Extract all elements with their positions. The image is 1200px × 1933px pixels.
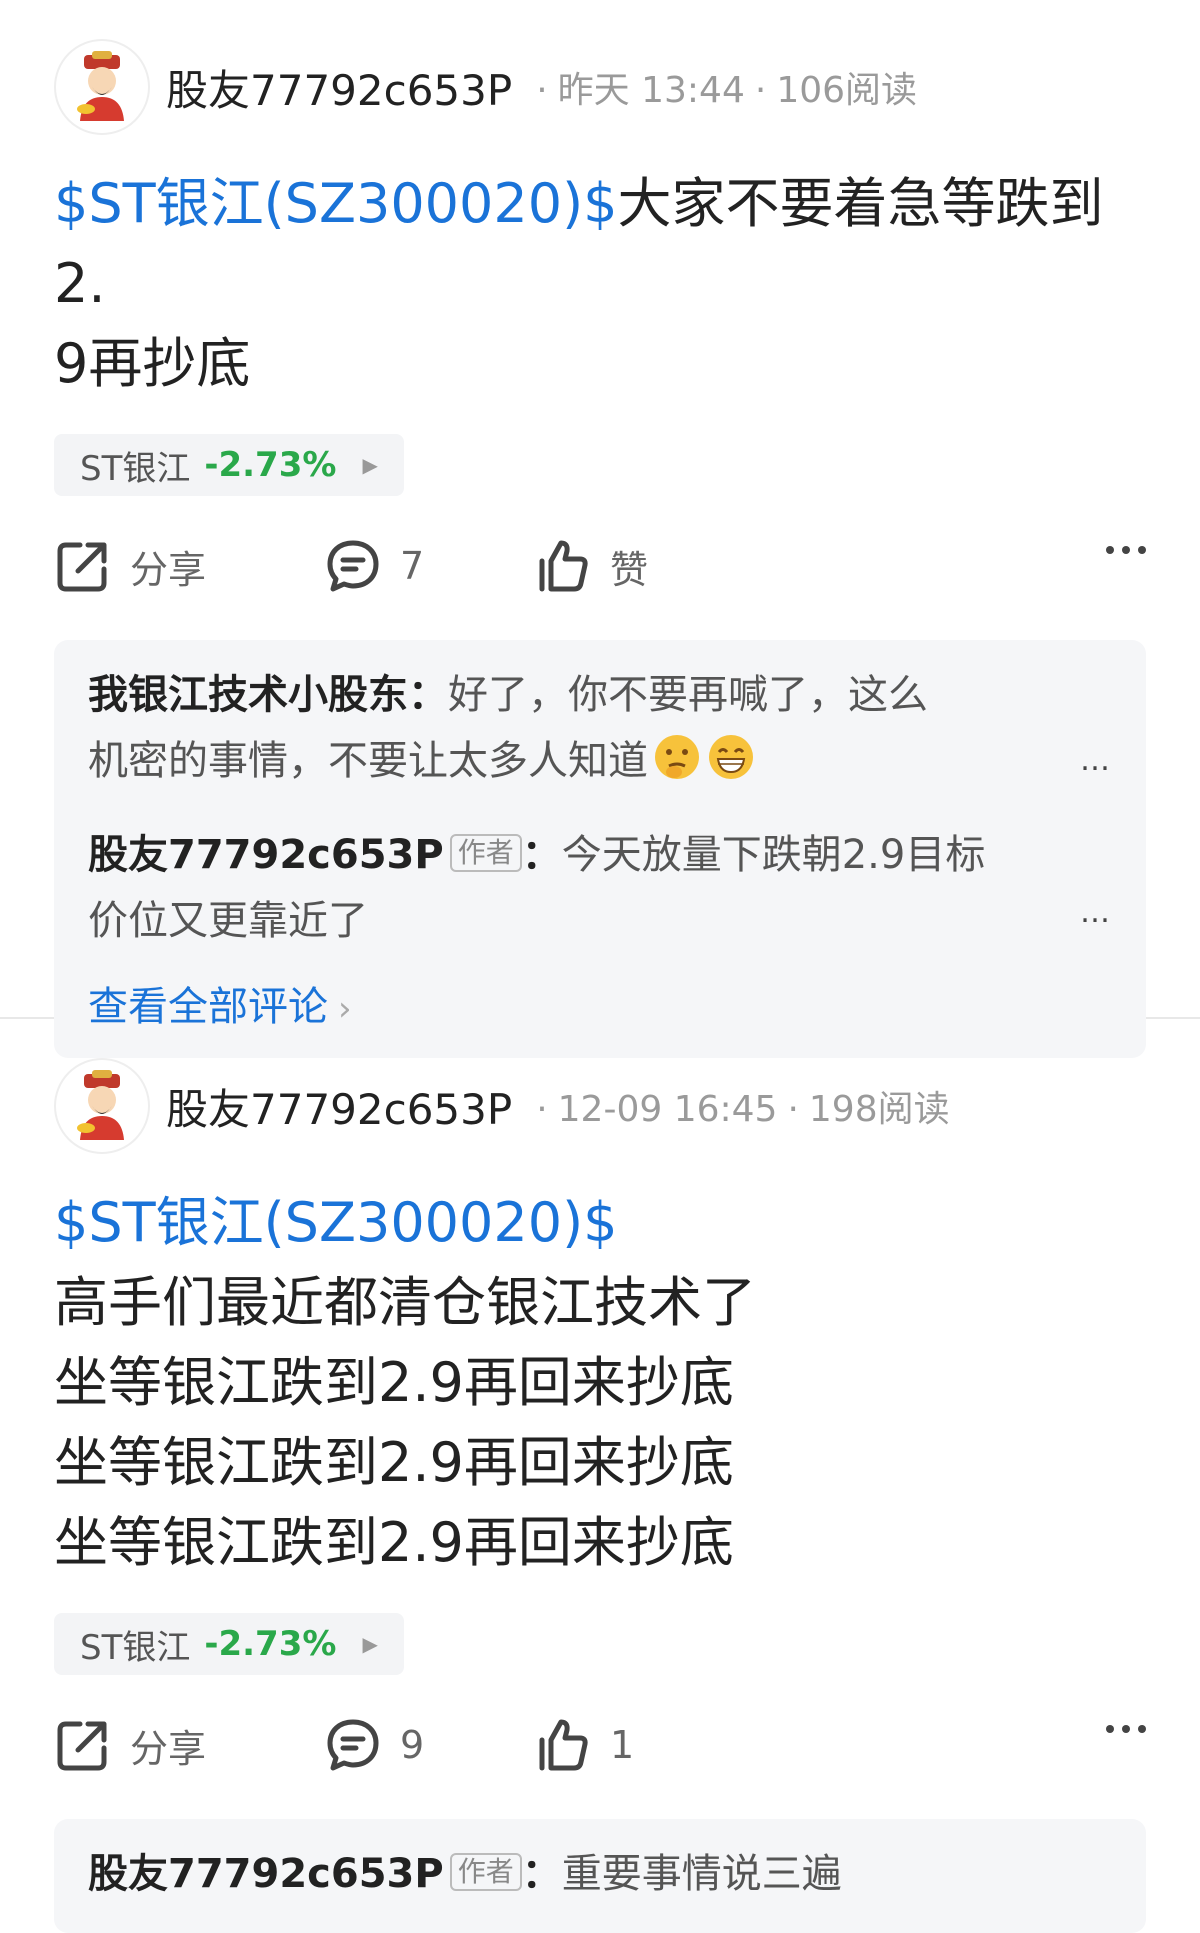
avatar[interactable] bbox=[54, 1058, 150, 1154]
comment-text: 今天放量下跌朝2.9目标 bbox=[561, 832, 986, 878]
like-button[interactable]: 赞 bbox=[534, 537, 734, 595]
chip-stock-name: ST银江 bbox=[80, 1627, 191, 1668]
thumbs-up-icon bbox=[539, 540, 588, 592]
meta-separator: · bbox=[536, 1089, 548, 1130]
action-bar: 分享 7 赞 bbox=[54, 526, 1146, 606]
post-text-line: 高手们最近都清仓银江技术了 bbox=[54, 1271, 756, 1334]
comment-user[interactable]: 股友77792c653P bbox=[88, 832, 444, 878]
post-content[interactable]: $ST银江(SZ300020)$ 高手们最近都清仓银江技术了 坐等银江跌到2.9… bbox=[54, 1183, 1146, 1583]
share-button[interactable]: 分享 bbox=[54, 1716, 324, 1774]
author-name[interactable]: 股友77792c653P bbox=[166, 57, 512, 118]
comment-button[interactable]: 9 bbox=[324, 1716, 534, 1774]
caishen-avatar-icon bbox=[77, 51, 124, 121]
chip-change: -2.73% bbox=[204, 445, 337, 485]
post-text-line: 坐等银江跌到2.9再回来抄底 bbox=[54, 1351, 734, 1414]
author-row: 股友77792c653P · 昨天 13:44 · 106阅读 bbox=[54, 0, 1146, 136]
post-time: 12-09 16:45 bbox=[557, 1089, 778, 1130]
post-time: 昨天 13:44 bbox=[557, 70, 745, 111]
play-arrow-icon: ▶ bbox=[362, 453, 378, 477]
comment-item[interactable]: 股友77792c653P 作者 ：今天放量下跌朝2.9目标 价位又更靠近了 … bbox=[88, 822, 1112, 954]
author-row: 股友77792c653P · 12-09 16:45 · 198阅读 bbox=[54, 1019, 1146, 1155]
like-label: 赞 bbox=[610, 547, 649, 592]
comment-separator: ： bbox=[408, 672, 448, 718]
comment-more-icon[interactable]: … bbox=[1080, 880, 1112, 946]
author-name[interactable]: 股友77792c653P bbox=[166, 1076, 512, 1137]
author-badge: 作者 bbox=[449, 834, 522, 872]
comment-preview: 股友77792c653P 作者 ：重要事情说三遍 bbox=[54, 1819, 1146, 1933]
comment-count: 9 bbox=[400, 1723, 425, 1767]
comment-preview: 我银江技术小股东：好了，你不要再喊了，这么 机密的事情，不要让太多人知道 … 股… bbox=[54, 640, 1146, 1058]
action-bar: 分享 9 1 bbox=[54, 1705, 1146, 1785]
grin-face-icon bbox=[706, 732, 756, 802]
avatar[interactable] bbox=[54, 39, 150, 135]
play-arrow-icon: ▶ bbox=[362, 1632, 378, 1656]
stock-chip[interactable]: ST银江 -2.73% ▶ bbox=[54, 1613, 404, 1675]
comment-separator: ： bbox=[521, 1851, 562, 1897]
post-meta: · 12-09 16:45 · 198阅读 bbox=[526, 1080, 949, 1132]
comment-more-icon[interactable]: … bbox=[1080, 728, 1112, 794]
comment-separator: ： bbox=[521, 832, 562, 878]
post-card[interactable]: 股友77792c653P · 昨天 13:44 · 106阅读 $ST银江(SZ300… bbox=[0, 0, 1200, 1058]
comment-text: 重要事情说三遍 bbox=[561, 1851, 842, 1897]
comment-user[interactable]: 股友77792c653P bbox=[88, 1851, 444, 1897]
comment-icon bbox=[327, 1719, 379, 1771]
meta-separator: · bbox=[536, 70, 548, 111]
comment-text: 机密的事情，不要让太多人知道 bbox=[88, 738, 648, 784]
more-options-icon[interactable] bbox=[1106, 1725, 1146, 1733]
chip-change: -2.73% bbox=[204, 1624, 337, 1664]
stock-tag-link[interactable]: $ST银江(SZ300020)$ bbox=[54, 172, 618, 235]
comment-count: 7 bbox=[400, 544, 425, 588]
post-text-line: 坐等银江跌到2.9再回来抄底 bbox=[54, 1431, 734, 1494]
share-button[interactable]: 分享 bbox=[54, 537, 324, 595]
post-card[interactable]: 股友77792c653P · 12-09 16:45 · 198阅读 $ST银江(SZ… bbox=[0, 1019, 1200, 1933]
comment-item[interactable]: 我银江技术小股东：好了，你不要再喊了，这么 机密的事情，不要让太多人知道 … bbox=[88, 662, 1112, 802]
like-button[interactable]: 1 bbox=[534, 1716, 734, 1774]
more-options-icon[interactable] bbox=[1106, 546, 1146, 554]
post-content[interactable]: $ST银江(SZ300020)$大家不要着急等跌到2. 9再抄底 bbox=[54, 164, 1146, 404]
share-icon bbox=[57, 542, 107, 592]
comment-button[interactable]: 7 bbox=[324, 537, 534, 595]
meta-separator: · bbox=[787, 1089, 799, 1130]
comment-user[interactable]: 我银江技术小股东 bbox=[88, 672, 408, 718]
comment-icon bbox=[327, 540, 379, 592]
thinking-face-icon bbox=[652, 732, 702, 802]
share-label: 分享 bbox=[130, 547, 207, 592]
thumbs-up-icon bbox=[539, 1719, 588, 1771]
meta-separator: · bbox=[754, 70, 767, 111]
chip-stock-name: ST银江 bbox=[80, 448, 191, 489]
caishen-avatar-icon bbox=[77, 1070, 124, 1140]
share-icon bbox=[57, 1721, 107, 1771]
stock-chip[interactable]: ST银江 -2.73% ▶ bbox=[54, 434, 404, 496]
comment-text: 价位又更靠近了 bbox=[88, 898, 368, 944]
comment-text: 好了，你不要再喊了，这么 bbox=[448, 672, 928, 718]
like-count: 1 bbox=[610, 1723, 635, 1767]
post-text-line: 9再抄底 bbox=[54, 332, 251, 395]
author-badge: 作者 bbox=[449, 1853, 522, 1891]
stock-tag-link[interactable]: $ST银江(SZ300020)$ bbox=[54, 1183, 1146, 1263]
share-label: 分享 bbox=[130, 1726, 207, 1771]
post-meta: · 昨天 13:44 · 106阅读 bbox=[526, 61, 917, 113]
read-count: 106阅读 bbox=[776, 70, 918, 111]
read-count: 198阅读 bbox=[808, 1089, 950, 1130]
post-text-line: 坐等银江跌到2.9再回来抄底 bbox=[54, 1511, 734, 1574]
comment-item[interactable]: 股友77792c653P 作者 ：重要事情说三遍 bbox=[88, 1841, 1112, 1907]
